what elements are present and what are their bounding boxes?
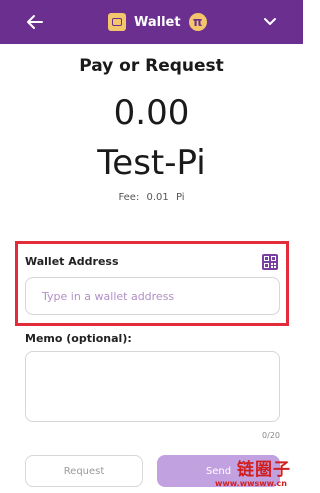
fee-text: Fee: 0.01 Pi [0, 192, 303, 203]
chevron-down-icon[interactable] [262, 14, 278, 30]
currency-label: Test-Pi [97, 143, 206, 183]
wallet-address-input[interactable] [25, 277, 280, 315]
fee-label: Fee: [118, 192, 140, 203]
amount-display: 0.00 [113, 93, 190, 133]
memo-input[interactable] [25, 351, 280, 422]
wallet-icon [108, 13, 126, 31]
wallet-address-label: Wallet Address [25, 255, 119, 268]
memo-label: Memo (optional): [25, 332, 132, 345]
memo-char-counter: 0/20 [262, 431, 280, 440]
page-title: Pay or Request [79, 56, 224, 76]
fee-unit: Pi [175, 192, 185, 203]
fee-value: 0.01 [146, 192, 169, 203]
pi-icon: π [188, 13, 207, 31]
qr-code-icon[interactable] [262, 254, 278, 270]
back-arrow-icon[interactable] [24, 11, 46, 33]
app-header: Wallet π [0, 0, 303, 44]
request-button[interactable]: Request [25, 455, 143, 487]
send-button[interactable]: Send [157, 455, 280, 487]
header-title: Wallet [134, 14, 181, 30]
header-title-group[interactable]: Wallet π [108, 11, 207, 33]
